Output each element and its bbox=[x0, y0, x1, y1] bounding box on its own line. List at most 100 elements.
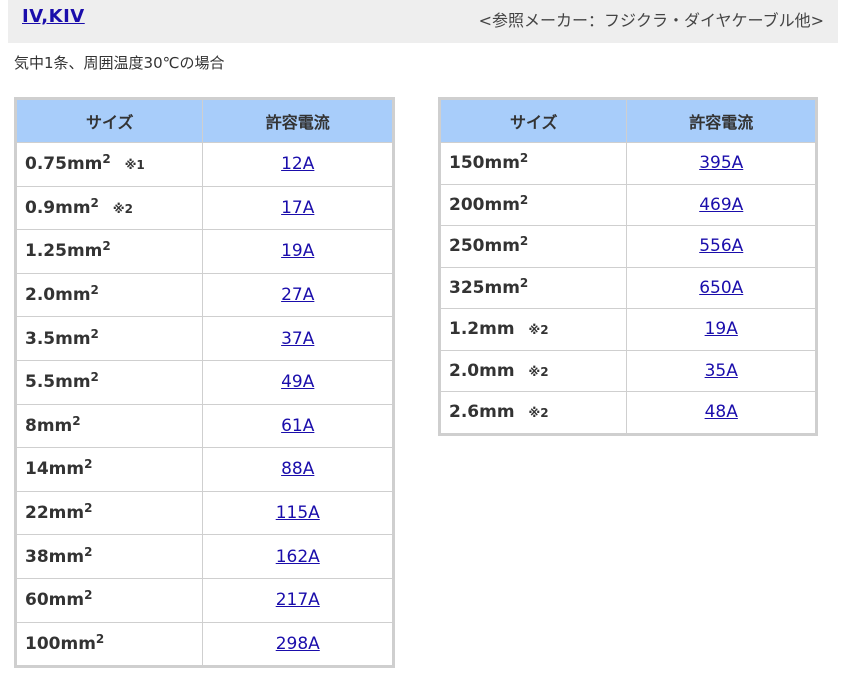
current-value-link[interactable]: 88A bbox=[281, 459, 314, 479]
size-exponent: 2 bbox=[519, 192, 529, 207]
size-value: 38mm bbox=[25, 546, 85, 567]
footnote-mark: ※1 bbox=[124, 158, 145, 173]
current-value-link[interactable]: 469A bbox=[699, 195, 743, 215]
current-value-link[interactable]: 19A bbox=[281, 241, 314, 261]
size-cell: 100mm2 bbox=[14, 621, 204, 668]
current-value-link[interactable]: 17A bbox=[281, 198, 314, 218]
current-value-link[interactable]: 556A bbox=[699, 236, 743, 256]
current-cell: 12A bbox=[202, 142, 394, 187]
footnote-mark: ※2 bbox=[528, 364, 549, 379]
size-cell: 250mm2 bbox=[438, 225, 628, 268]
table-row: 14mm2 88A bbox=[14, 447, 394, 492]
current-cell: 49A bbox=[202, 359, 394, 405]
current-cell: 37A bbox=[202, 316, 394, 361]
table-row: 60mm2 217A bbox=[14, 577, 394, 623]
size-value: 5.5mm bbox=[25, 372, 91, 393]
current-value-link[interactable]: 217A bbox=[276, 590, 320, 610]
size-exponent: 2 bbox=[90, 195, 99, 210]
current-cell: 115A bbox=[202, 490, 394, 536]
current-cell: 162A bbox=[202, 534, 394, 579]
table-row: 1.25mm2 19A bbox=[14, 229, 394, 274]
table-header-row: サイズ 許容電流 bbox=[438, 98, 817, 143]
size-exponent: 2 bbox=[102, 239, 111, 254]
current-value-link[interactable]: 298A bbox=[276, 634, 320, 654]
table-row: 2.0mm ※2 35A bbox=[438, 349, 817, 392]
size-cell: 0.75mm2 ※1 bbox=[14, 142, 204, 187]
current-cell: 469A bbox=[626, 183, 817, 226]
size-cell: 0.9mm2 ※2 bbox=[14, 185, 204, 231]
table-row: 38mm2 162A bbox=[14, 534, 394, 579]
current-cell: 395A bbox=[626, 142, 817, 185]
size-column-header: サイズ bbox=[438, 98, 628, 143]
table-row: 8mm2 61A bbox=[14, 403, 394, 449]
table-row: 100mm2 298A bbox=[14, 621, 394, 668]
table-row: 5.5mm2 49A bbox=[14, 359, 394, 405]
current-table-left: サイズ 許容電流 0.75mm2 ※1 12A 0.9mm2 ※2 17A 1.25mm2 1… bbox=[14, 97, 395, 669]
size-cell: 22mm2 bbox=[14, 490, 204, 536]
size-value: 22mm bbox=[25, 503, 85, 524]
size-cell: 150mm2 bbox=[438, 142, 628, 185]
current-cell: 17A bbox=[202, 185, 394, 231]
size-cell: 2.0mm ※2 bbox=[438, 349, 628, 392]
current-value-link[interactable]: 27A bbox=[281, 285, 314, 305]
current-value-link[interactable]: 48A bbox=[705, 402, 738, 422]
table-row: 325mm2 650A bbox=[438, 266, 817, 309]
size-cell: 8mm2 bbox=[14, 403, 204, 449]
current-cell: 19A bbox=[202, 229, 394, 274]
size-cell: 2.0mm2 bbox=[14, 272, 204, 318]
table-row: 3.5mm2 37A bbox=[14, 316, 394, 361]
size-exponent: 2 bbox=[84, 457, 93, 472]
current-column-header: 許容電流 bbox=[626, 98, 817, 143]
size-value: 0.75mm bbox=[25, 154, 103, 175]
table-row: 22mm2 115A bbox=[14, 490, 394, 536]
size-exponent: 2 bbox=[90, 370, 99, 385]
current-value-link[interactable]: 37A bbox=[281, 329, 314, 349]
current-value-link[interactable]: 12A bbox=[281, 154, 314, 174]
current-value-link[interactable]: 115A bbox=[276, 503, 320, 523]
size-cell: 3.5mm2 bbox=[14, 316, 204, 361]
current-value-link[interactable]: 162A bbox=[276, 547, 320, 567]
size-cell: 200mm2 bbox=[438, 183, 628, 226]
size-cell: 1.25mm2 bbox=[14, 229, 204, 274]
table-row: 150mm2 395A bbox=[438, 142, 817, 185]
current-value-link[interactable]: 650A bbox=[699, 278, 743, 298]
current-cell: 298A bbox=[202, 621, 394, 668]
footnote-mark: ※2 bbox=[528, 406, 549, 421]
current-value-link[interactable]: 395A bbox=[699, 153, 743, 173]
size-value: 200mm bbox=[449, 194, 520, 215]
current-cell: 61A bbox=[202, 403, 394, 449]
size-value: 8mm bbox=[25, 415, 73, 436]
size-exponent: 2 bbox=[95, 631, 105, 646]
table-header-row: サイズ 許容電流 bbox=[14, 98, 394, 143]
current-cell: 48A bbox=[626, 391, 817, 435]
current-value-link[interactable]: 61A bbox=[281, 416, 314, 436]
size-cell: 60mm2 bbox=[14, 577, 204, 623]
size-exponent: 2 bbox=[90, 283, 99, 298]
cable-type-title-link[interactable]: IV,KIV bbox=[22, 6, 85, 27]
size-value: 325mm bbox=[449, 277, 520, 298]
size-exponent: 2 bbox=[84, 544, 93, 559]
footnote-mark: ※2 bbox=[112, 201, 133, 216]
size-exponent: 2 bbox=[90, 326, 99, 341]
current-cell: 27A bbox=[202, 272, 394, 318]
size-cell: 38mm2 bbox=[14, 534, 204, 579]
current-cell: 650A bbox=[626, 266, 817, 309]
size-exponent: 2 bbox=[84, 588, 93, 603]
table-row: 1.2mm ※2 19A bbox=[438, 308, 817, 351]
size-exponent: 2 bbox=[102, 152, 111, 167]
size-exponent: 2 bbox=[519, 234, 529, 249]
size-value: 3.5mm bbox=[25, 328, 91, 349]
current-cell: 556A bbox=[626, 225, 817, 268]
size-value: 2.6mm bbox=[449, 402, 515, 423]
size-exponent: 2 bbox=[84, 501, 93, 516]
current-value-link[interactable]: 35A bbox=[705, 361, 738, 381]
current-cell: 217A bbox=[202, 577, 394, 623]
size-value: 250mm bbox=[449, 236, 520, 257]
table-row: 200mm2 469A bbox=[438, 183, 817, 226]
current-value-link[interactable]: 19A bbox=[705, 319, 738, 339]
size-exponent: 2 bbox=[72, 413, 81, 428]
size-cell: 5.5mm2 bbox=[14, 359, 204, 405]
condition-text: 気中1条、周囲温度30℃の場合 bbox=[14, 54, 225, 72]
size-value: 1.25mm bbox=[25, 241, 103, 262]
current-value-link[interactable]: 49A bbox=[281, 372, 314, 392]
